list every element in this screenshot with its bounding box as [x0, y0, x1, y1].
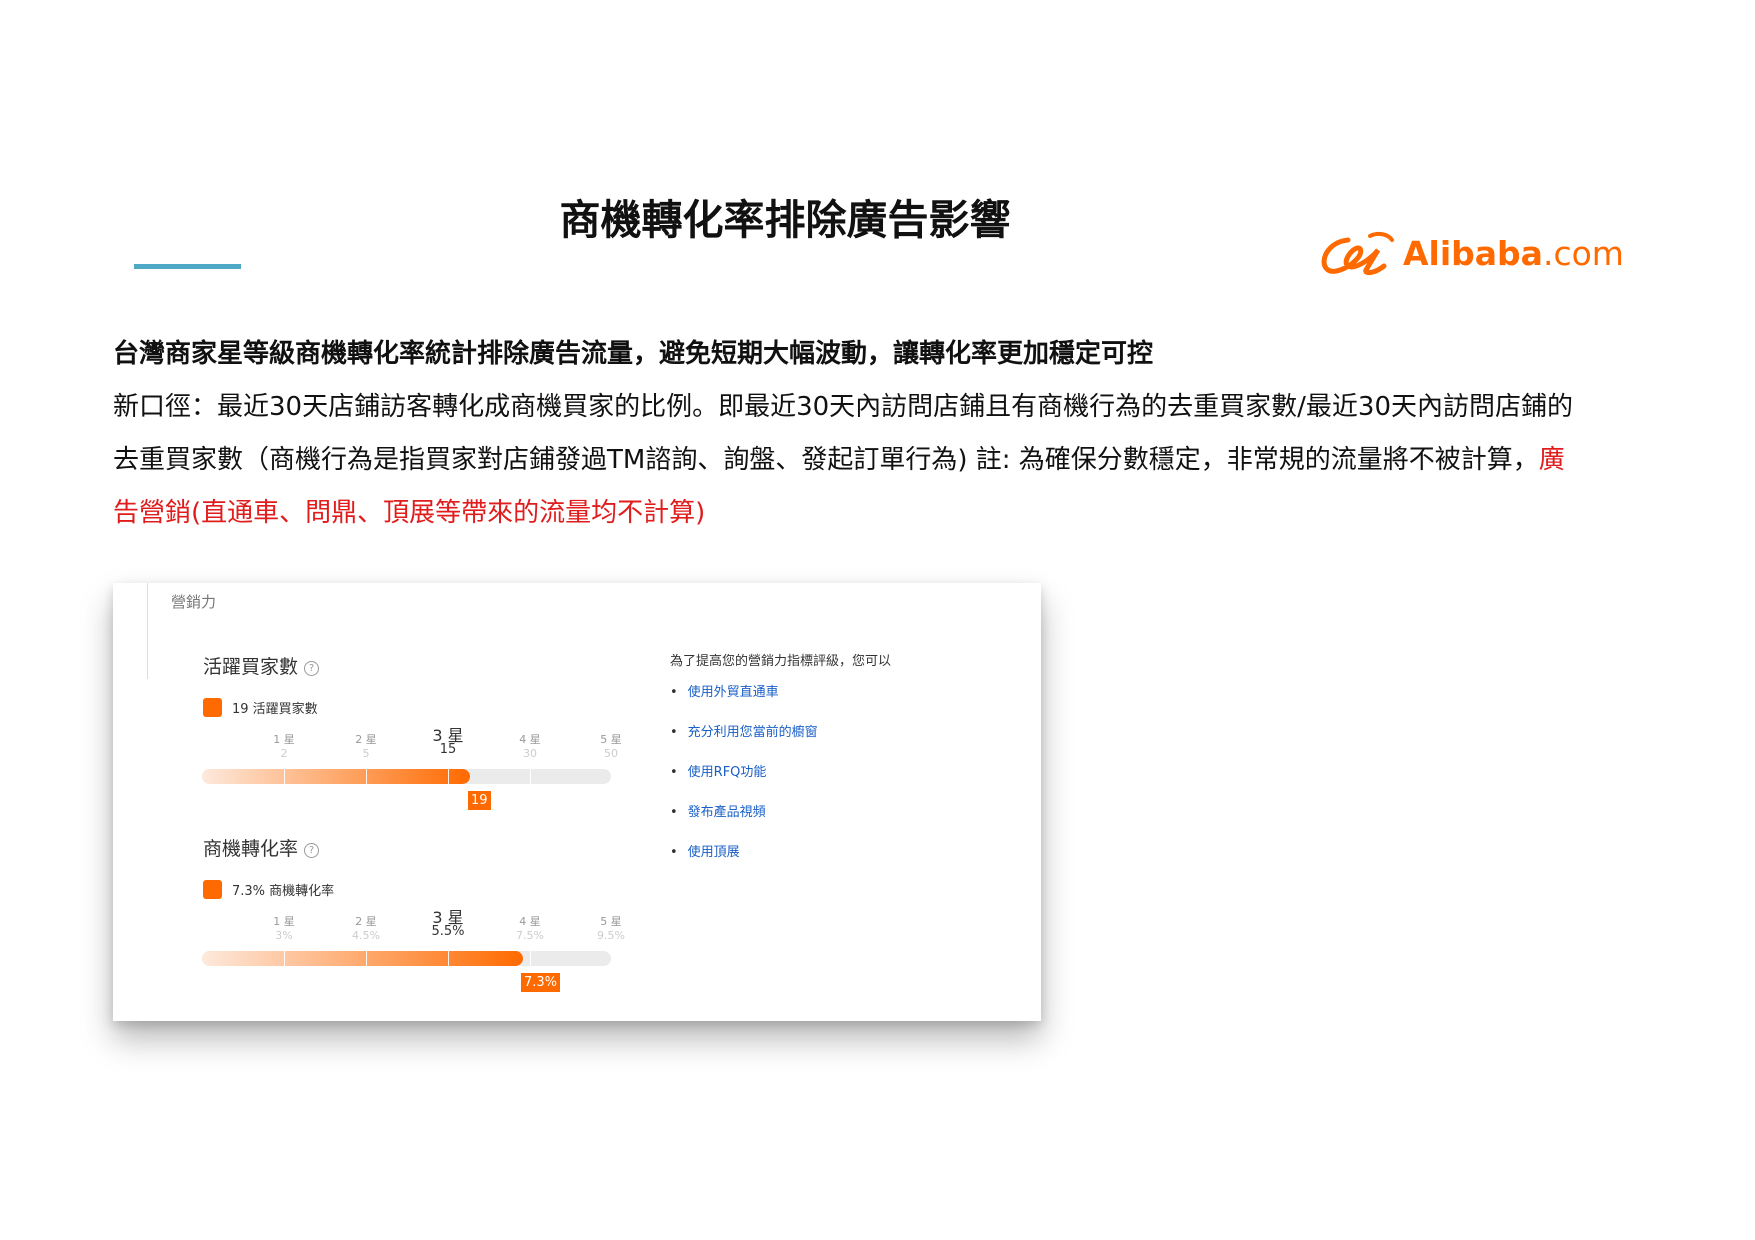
- intro-lead: 台灣商家星等級商機轉化率統計排除廣告流量，避免短期大幅波動，讓轉化率更加穩定可控: [113, 339, 1154, 369]
- help-icon[interactable]: ?: [304, 661, 320, 676]
- tick: 1 星 3%: [273, 915, 295, 942]
- legend-active-buyers: 19 活躍買家數: [203, 698, 318, 717]
- accent-underline: [134, 264, 241, 269]
- tip-link-rfq[interactable]: • 使用RFQ功能: [670, 761, 766, 780]
- tick: 1 星2: [273, 733, 295, 760]
- progress-track-conversion-rate: [202, 951, 611, 966]
- tick: 5 星 9.5%: [597, 915, 625, 942]
- intro-paragraph: 台灣商家星等級商機轉化率統計排除廣告流量，避免短期大幅波動，讓轉化率更加穩定可控…: [113, 328, 1573, 540]
- legend-swatch: [203, 880, 222, 899]
- logo-wordmark: Alibaba.com: [1403, 234, 1624, 273]
- progress-fill: [202, 951, 523, 966]
- marketing-power-screenshot: 營銷力 活躍買家數? 19 活躍買家數 1 星2 2 星5 3 星 15 4 星3…: [113, 583, 1041, 1021]
- metric-title-active-buyers: 活躍買家數?: [203, 652, 320, 679]
- alibaba-mark-icon: [1321, 231, 1394, 276]
- tip-link-video[interactable]: • 發布產品視頻: [670, 801, 766, 820]
- legend-swatch: [203, 698, 222, 717]
- progress-track-active-buyers: [202, 769, 611, 784]
- tick-current: 3 星 5.5%: [431, 908, 465, 939]
- tick: 4 星 7.5%: [516, 915, 544, 942]
- tick-current: 3 星 15: [432, 726, 464, 757]
- tip-link-p4p[interactable]: • 使用外貿直通車: [670, 681, 779, 700]
- alibaba-logo: Alibaba.com: [1318, 230, 1638, 280]
- progress-fill: [202, 769, 470, 784]
- tip-link-top-display[interactable]: • 使用頂展: [670, 841, 740, 860]
- section-label: 營銷力: [171, 593, 217, 611]
- tick: 4 星 30: [519, 733, 541, 760]
- tick: 5 星 50: [600, 733, 622, 760]
- value-marker-conversion-rate: 7.3%: [521, 973, 561, 992]
- tick: 2 星 4.5%: [352, 915, 380, 942]
- tips-heading: 為了提高您的營銷力指標評級，您可以: [670, 654, 892, 669]
- tick: 2 星5: [355, 733, 377, 760]
- metric-title-conversion-rate: 商機轉化率?: [203, 834, 320, 861]
- intro-body: 新口徑：最近30天店鋪訪客轉化成商機買家的比例。即最近30天內訪問店鋪且有商機行…: [113, 392, 1574, 475]
- value-marker-active-buyers: 19: [468, 791, 491, 810]
- tip-link-showcase[interactable]: • 充分利用您當前的櫥窗: [670, 721, 818, 740]
- help-icon[interactable]: ?: [304, 843, 320, 858]
- legend-conversion-rate: 7.3% 商機轉化率: [203, 880, 334, 899]
- divider: [147, 583, 148, 679]
